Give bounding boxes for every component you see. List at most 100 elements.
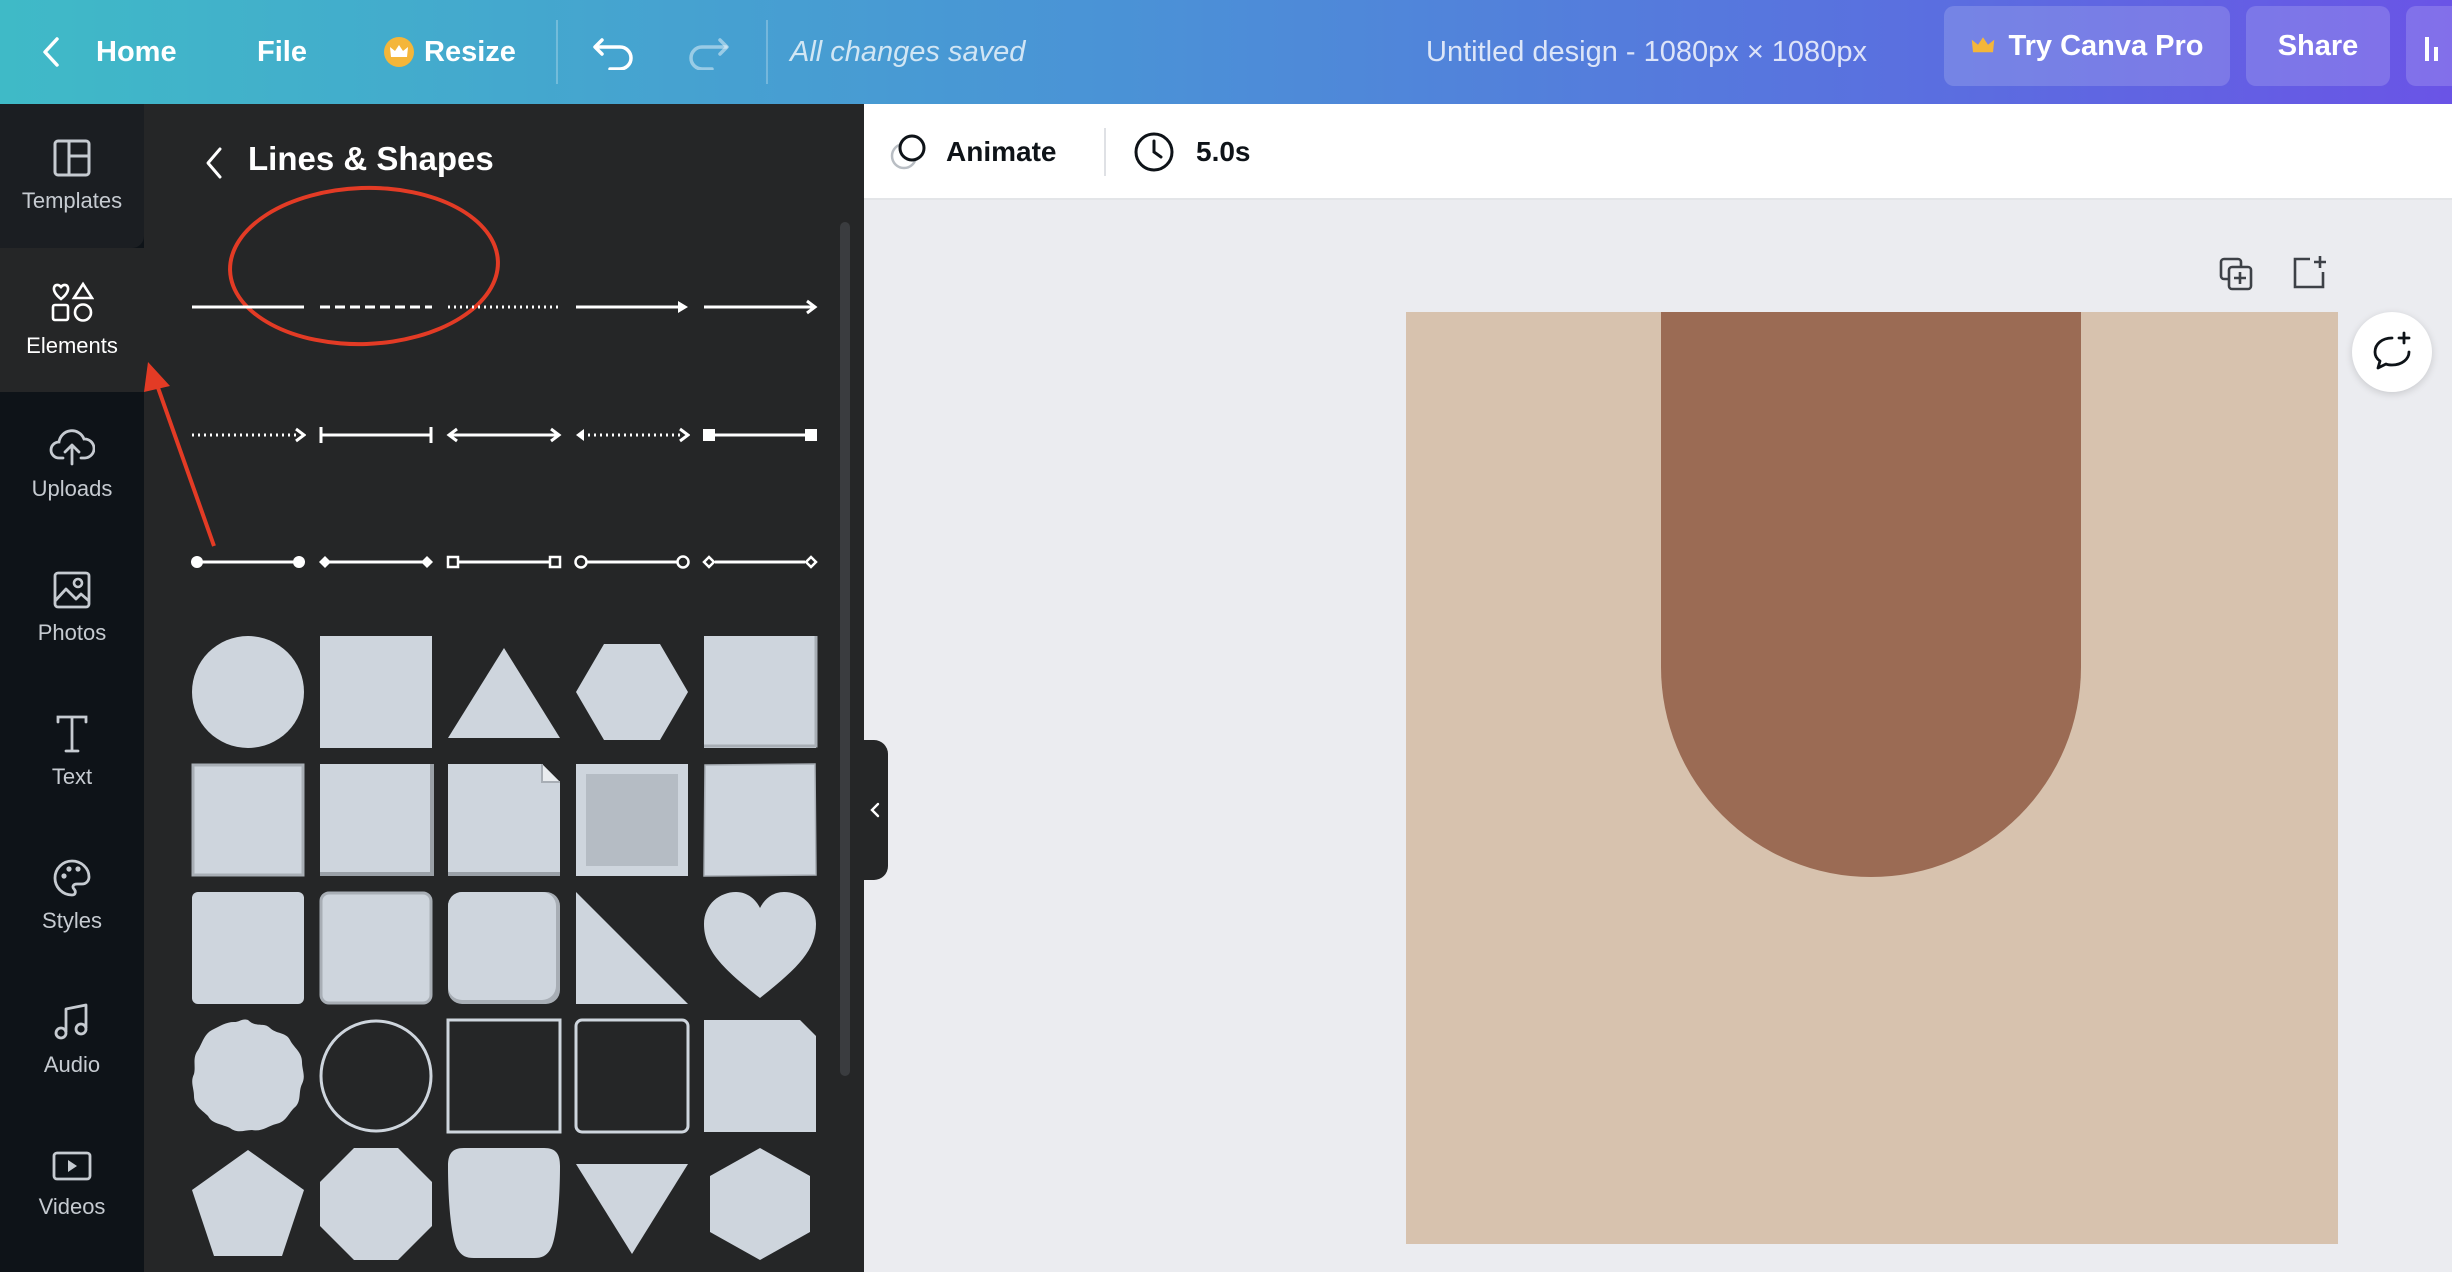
duration-button[interactable]: 5.0s [1132,104,1251,200]
back-button[interactable] [204,146,224,185]
panel-title: Lines & Shapes [248,140,494,177]
crown-icon [384,37,414,67]
palette-icon [53,859,91,897]
line-arrow-open[interactable] [702,292,818,322]
shape-hexagon[interactable] [574,634,690,750]
share-label: Share [2277,29,2359,62]
line-dotted-double-arrow[interactable] [574,420,690,450]
sidebar-item-label: Templates [21,188,123,213]
shape-pentagon[interactable] [190,1146,306,1262]
line-diamond-ends[interactable] [318,547,434,577]
shape-octagon[interactable] [318,1146,434,1262]
line-double-arrow[interactable] [446,420,562,450]
divider [1104,128,1106,176]
add-page-icon [2293,256,2326,289]
sidebar-item-label: Audio [43,1052,101,1077]
shape-square[interactable] [318,634,434,750]
upload-cloud-icon [49,429,95,466]
shape-right-triangle[interactable] [574,890,690,1006]
divider [766,20,768,84]
undo-button[interactable] [592,0,636,104]
line-dotted[interactable] [446,292,562,322]
shape-rounded-square-outline[interactable] [574,1018,690,1134]
resize-button[interactable]: Resize [384,0,516,104]
music-note-icon [54,1003,88,1040]
collapse-panel-button[interactable] [862,740,888,880]
try-canva-pro-button[interactable]: Try Canva Pro [1944,6,2230,86]
shape-rounded-square-outlined[interactable] [318,890,434,1006]
shape-folded-corner[interactable] [446,762,562,878]
shape-heart[interactable] [702,890,818,1006]
animate-label: Animate [946,136,1057,167]
editor-toolbar: Animate 5.0s [864,104,2452,200]
sidebar-item-videos[interactable]: Videos [0,1112,144,1256]
line-open-circle-ends[interactable] [574,547,690,577]
sidebar-item-templates[interactable]: Templates [0,104,144,248]
home-label: Home [96,35,177,68]
shape-rounded-trapezoid[interactable] [446,1146,562,1262]
sidebar-item-styles[interactable]: Styles [0,824,144,968]
animate-button[interactable]: Animate [888,104,1056,200]
shape-square-shadow[interactable] [702,634,818,750]
sidebar-item-photos[interactable]: Photos [0,536,144,680]
sidebar-item-label: Text [51,764,93,789]
home-button[interactable]: Home [40,0,177,104]
video-icon [52,1151,92,1181]
shape-square-outlined[interactable] [190,762,306,878]
chevron-left-icon [206,147,222,179]
chevron-left-icon [870,802,880,818]
panel-scrollbar[interactable] [840,222,850,1076]
arrow-annotation [144,362,216,547]
line-square-ends[interactable] [702,420,818,450]
photo-icon [53,571,91,609]
sidebar-item-text[interactable]: Text [0,680,144,824]
shape-rounded-square[interactable] [190,890,306,1006]
redo-button[interactable] [686,0,730,104]
add-page-button[interactable] [2290,254,2328,297]
duplicate-page-button[interactable] [2218,256,2254,297]
shape-square-outline[interactable] [446,1018,562,1134]
shape-square-bottom-shadow[interactable] [318,762,434,878]
line-arrow-solid[interactable] [574,292,690,322]
redo-icon [689,38,729,70]
share-button[interactable]: Share [2246,6,2390,86]
resize-label: Resize [424,35,516,68]
shape-wavy-circle[interactable] [190,1018,306,1134]
sidebar-item-label: Styles [42,908,102,933]
sidebar-item-uploads[interactable]: Uploads [0,392,144,536]
shape-square-rough[interactable] [702,762,818,878]
sidebar-item-label: Photos [37,620,107,645]
highlight-circle-annotation [225,181,503,351]
shape-triangle[interactable] [446,634,562,750]
sidebar-item-elements[interactable]: Elements [0,248,144,392]
side-navigation: Templates Elements Uploads Photos Text S… [0,104,144,1272]
document-title[interactable]: Untitled design - 1080px × 1080px [1426,0,1867,104]
design-canvas[interactable] [1406,312,2338,1244]
shape-circle[interactable] [190,634,306,750]
shape-rounded-square-shadow[interactable] [446,890,562,1006]
shape-square-frame[interactable] [574,762,690,878]
sidebar-item-label: Elements [26,333,118,358]
insights-button[interactable] [2406,6,2452,86]
save-status: All changes saved [790,35,1026,68]
shape-hexagon-vertical[interactable] [702,1146,818,1262]
duplicate-page-icon [2219,257,2253,291]
shape-inverted-triangle[interactable] [574,1146,690,1262]
add-comment-button[interactable] [2352,312,2432,392]
duration-label: 5.0s [1196,136,1251,167]
text-icon [56,715,88,753]
file-menu-button[interactable]: File [257,0,307,104]
line-dashed[interactable] [318,292,434,322]
undo-icon [593,38,633,70]
line-open-square-ends[interactable] [446,547,562,577]
arch-shape[interactable] [1661,312,2081,877]
line-bar-ends[interactable] [318,420,434,450]
line-open-diamond-ends[interactable] [702,547,818,577]
elements-panel: Lines & Shapes [144,104,864,1272]
shape-circle-outline[interactable] [318,1018,434,1134]
shape-cut-corner-square[interactable] [702,1018,818,1134]
file-label: File [257,35,307,68]
crown-icon [1972,37,1995,53]
sidebar-item-audio[interactable]: Audio [0,968,144,1112]
line-solid[interactable] [190,292,306,322]
